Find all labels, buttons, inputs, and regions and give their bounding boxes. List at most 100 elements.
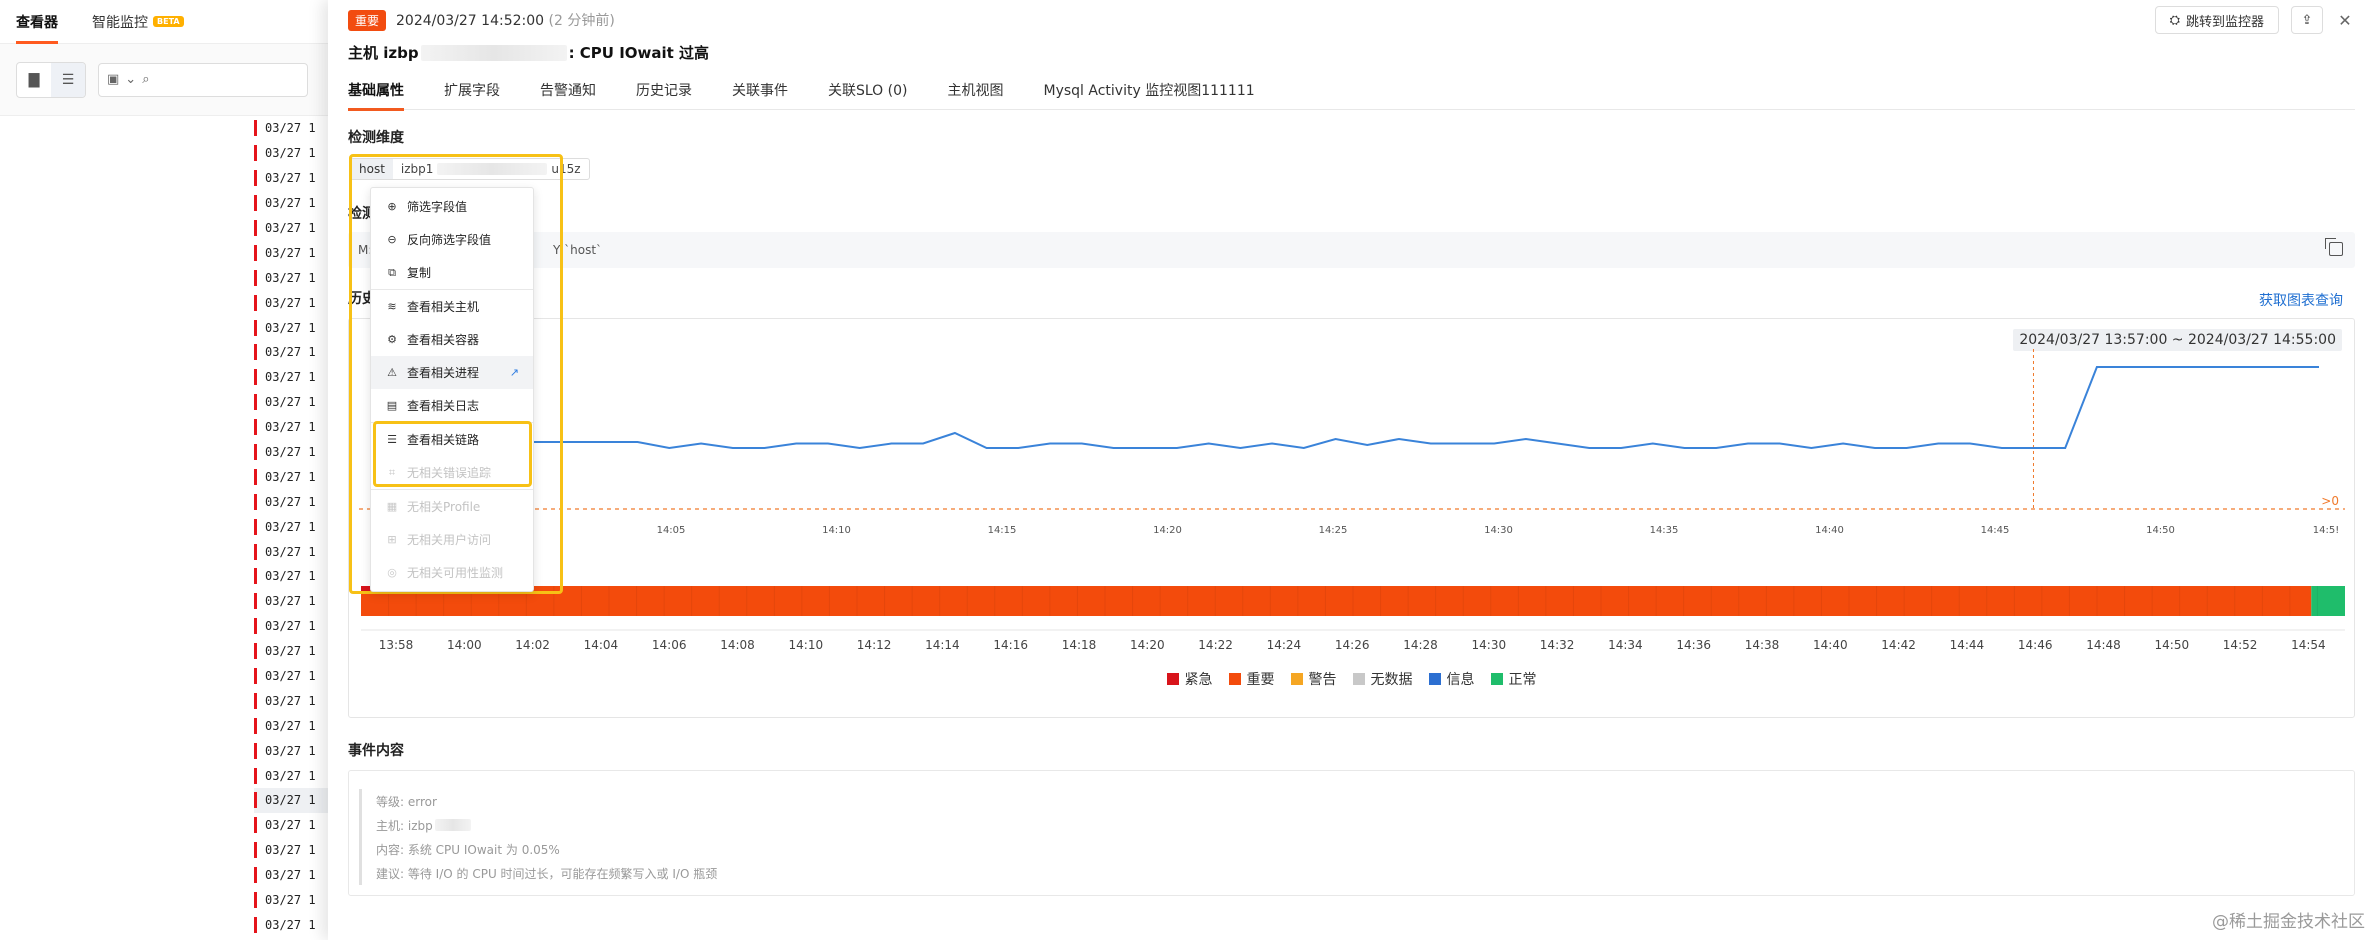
chevron-down-icon[interactable]: ⌄ (125, 72, 136, 87)
severity-badge: 重要 (348, 9, 387, 31)
tab-0[interactable]: 基础属性 (348, 70, 404, 111)
search-icon: ⌕ (142, 72, 150, 87)
monitor-icon: ⛭ (2169, 12, 2180, 28)
x-tick-label: 14:05 (657, 525, 686, 536)
get-chart-query-link[interactable]: 获取图表查询 (2259, 290, 2343, 310)
menu-item[interactable]: ▤ 查看相关日志 (371, 389, 533, 422)
drawer-header: 重要 2024/03/27 14:52:00 (2 分钟前) ⛭ 跳转到监控器 ⇪… (348, 6, 2355, 34)
severity-bar (254, 867, 257, 884)
strip-tick-label: 14:44 (1950, 638, 1985, 652)
severity-bar (254, 593, 257, 610)
redacted-mask (434, 819, 471, 831)
container-icon: ⚙ (387, 333, 397, 346)
save-filter-icon[interactable]: ▣ (107, 72, 119, 87)
menu-item[interactable]: ⊕ 筛选字段值 (371, 190, 533, 223)
severity-bar (254, 692, 257, 709)
strip-tick-label: 13:58 (379, 638, 414, 652)
tab-7[interactable]: Mysql Activity 监控视图111111 (1044, 70, 1255, 110)
tab-viewer[interactable]: 查看器 (16, 0, 58, 44)
menu-item[interactable]: ⊖ 反向筛选字段值 (371, 223, 533, 256)
error-track-icon: ⌗ (388, 465, 396, 479)
severity-bar (254, 518, 257, 535)
severity-bar (254, 742, 257, 759)
share-button[interactable]: ⇪ (2291, 6, 2323, 34)
top-tabs: 查看器 智能监控 BETA (0, 0, 340, 44)
severity-bar (254, 419, 257, 436)
x-tick-label: 14:45 (1981, 525, 2010, 536)
severity-bar (254, 643, 257, 660)
trace-icon: ☰ (387, 433, 397, 446)
severity-bar (254, 493, 257, 510)
strip-tick-label: 14:26 (1335, 638, 1370, 652)
strip-tick-label: 14:22 (1198, 638, 1233, 652)
status-strip-normal (2311, 586, 2345, 616)
x-tick-label: 14:5! (2313, 525, 2339, 536)
tab-5[interactable]: 关联SLO (0) (828, 70, 908, 110)
tab-4[interactable]: 关联事件 (732, 70, 788, 110)
strip-tick-label: 14:02 (515, 638, 550, 652)
x-tick-label: 14:40 (1815, 525, 1844, 536)
strip-tick-label: 14:10 (789, 638, 824, 652)
menu-item[interactable]: ⚙ 查看相关容器 (371, 323, 533, 356)
x-tick-label: 14:15 (988, 525, 1017, 536)
tab-smart-monitor[interactable]: 智能监控 BETA (92, 0, 184, 44)
content-advice: 建议: 等待 I/O 的 CPU 时间过长，可能存在频繁写入或 I/O 瓶颈 (376, 866, 718, 881)
legend-item[interactable]: 正常 (1490, 669, 1537, 689)
severity-bar (254, 319, 257, 336)
x-tick-label: 14:35 (1650, 525, 1679, 536)
severity-bar (254, 618, 257, 635)
event-title: 主机 izbp: CPU IOwait 过高 (348, 44, 710, 62)
legend-swatch (1166, 673, 1179, 685)
close-icon[interactable]: ✕ (2335, 11, 2355, 30)
history-chart-card: 2024/03/27 13:57:00 ~ 2024/03/27 14:55:0… (348, 318, 2355, 718)
menu-item: ⌗ 无相关错误追踪 (371, 456, 533, 489)
list-icon[interactable]: ☰ (51, 62, 85, 97)
menu-item[interactable]: ≋ 查看相关主机 (371, 290, 533, 323)
strip-tick-label: 14:54 (2291, 638, 2326, 652)
strip-tick-label: 14:52 (2223, 638, 2258, 652)
event-detail-drawer: 重要 2024/03/27 14:52:00 (2 分钟前) ⛭ 跳转到监控器 ⇪… (328, 0, 2375, 940)
strip-tick-label: 14:06 (652, 638, 687, 652)
strip-tick-label: 14:48 (2086, 638, 2121, 652)
availability-icon: ◎ (387, 566, 397, 579)
legend-item[interactable]: 无数据 (1352, 669, 1413, 689)
menu-item[interactable]: ☰ 查看相关链路 (371, 423, 533, 456)
menu-item[interactable]: ⚠ 查看相关进程 ↗ (371, 356, 533, 389)
background-app: 查看器 智能监控 BETA ▇ ☰ ▣ ⌄ ⌕ 03/27 1 03/27 1 03/… (0, 0, 340, 940)
severity-bar (254, 916, 257, 933)
strip-tick-label: 14:08 (720, 638, 755, 652)
legend-item[interactable]: 信息 (1428, 669, 1475, 689)
strip-tick-label: 14:20 (1130, 638, 1165, 652)
tab-3[interactable]: 历史记录 (636, 70, 692, 110)
legend-swatch (1352, 673, 1365, 685)
detail-tabs: 基础属性 扩展字段 告警通知 历史记录 关联事件 关联SLO (0) 主机视图 Mysql A… (348, 70, 2355, 111)
strip-tick-label: 14:28 (1403, 638, 1438, 652)
chart-legend: 紧急 重要 警告 无数据 信息 正常 (349, 669, 2354, 689)
legend-item[interactable]: 紧急 (1166, 669, 1213, 689)
strip-tick-label: 14:46 (2018, 638, 2053, 652)
tab-1[interactable]: 扩展字段 (444, 70, 500, 110)
filter-search-input[interactable]: ▣ ⌄ ⌕ (98, 62, 308, 97)
context-menu: ⊕ 筛选字段值 ⊖ 反向筛选字段值 ⧉ 复制 ≋ 查看相关主机 ⚙ 查看相关容器 ⚠ 查看相关进程 ↗ ▤… (370, 187, 534, 592)
header-actions: ⛭ 跳转到监控器 ⇪ ✕ (2154, 6, 2355, 34)
copy-icon[interactable] (2325, 238, 2343, 256)
bar-chart-icon[interactable]: ▇ (17, 63, 51, 97)
content-body: 内容: 系统 CPU IOwait 为 0.05% (376, 842, 560, 857)
share-icon: ⇪ (2301, 12, 2313, 28)
jump-to-monitor-button[interactable]: ⛭ 跳转到监控器 (2154, 6, 2279, 34)
log-icon: ▤ (386, 399, 398, 412)
strip-tick-label: 14:00 (447, 638, 482, 652)
external-link-icon[interactable]: ↗ (510, 366, 519, 379)
severity-bar (254, 220, 257, 236)
severity-bar (254, 668, 257, 685)
strip-tick-label: 14:24 (1267, 638, 1302, 652)
x-tick-label: 14:20 (1153, 525, 1182, 536)
tab-6[interactable]: 主机视图 (948, 70, 1004, 110)
dimension-tag[interactable]: host izbp1 u15z (350, 158, 590, 180)
copy-icon: ⧉ (388, 265, 396, 279)
legend-item[interactable]: 重要 (1228, 669, 1275, 689)
menu-item[interactable]: ⧉ 复制 (371, 256, 533, 289)
severity-bar (254, 767, 257, 784)
tab-2[interactable]: 告警通知 (540, 70, 596, 110)
legend-item[interactable]: 警告 (1290, 669, 1337, 689)
